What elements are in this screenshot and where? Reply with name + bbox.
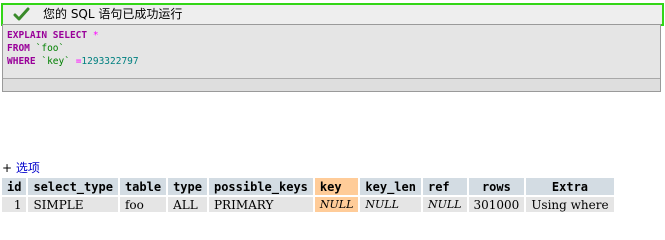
header-key-len[interactable]: key_len xyxy=(360,178,421,195)
sql-line-3: WHERE `key` =1293322797 xyxy=(7,55,660,68)
cell-type: ALL xyxy=(168,197,207,212)
cell-key: NULL xyxy=(314,197,359,212)
header-extra[interactable]: Extra xyxy=(526,178,614,195)
header-select-type[interactable]: select_type xyxy=(28,178,118,195)
options-toggle[interactable]: + 选项 xyxy=(2,159,40,176)
plus-icon: + xyxy=(2,161,13,175)
sql-keyword-select: SELECT xyxy=(52,30,88,41)
sql-query-code[interactable]: EXPLAIN SELECT * FROM `foo` WHERE `key` … xyxy=(3,25,660,79)
header-key[interactable]: key xyxy=(314,178,359,195)
sql-star: * xyxy=(92,30,99,41)
cell-table: foo xyxy=(119,197,167,212)
sql-column-name: `key` xyxy=(41,56,70,67)
cell-select-type: SIMPLE xyxy=(28,197,118,212)
cell-id: 1 xyxy=(2,197,27,212)
sql-query-box: EXPLAIN SELECT * FROM `foo` WHERE `key` … xyxy=(2,24,661,92)
cell-ref: NULL xyxy=(422,197,467,212)
header-row: id select_type table type possible_keys … xyxy=(2,178,614,195)
header-possible-keys[interactable]: possible_keys xyxy=(208,178,313,195)
header-type[interactable]: type xyxy=(168,178,207,195)
sql-keyword-explain: EXPLAIN xyxy=(7,30,48,41)
sql-line-1: EXPLAIN SELECT * xyxy=(7,29,660,42)
header-ref[interactable]: ref xyxy=(422,178,467,195)
table-row: 1 SIMPLE foo ALL PRIMARY NULL NULL NULL … xyxy=(2,197,614,212)
result-table: id select_type table type possible_keys … xyxy=(0,176,616,214)
sql-table-name: `foo` xyxy=(35,43,65,54)
cell-key-len: NULL xyxy=(360,197,421,212)
cell-rows: 301000 xyxy=(468,197,525,212)
sql-keyword-where: WHERE xyxy=(7,56,36,67)
sql-line-2: FROM `foo` xyxy=(7,42,660,55)
checkmark-icon xyxy=(13,7,30,21)
header-table[interactable]: table xyxy=(119,178,167,195)
cell-possible-keys: PRIMARY xyxy=(208,197,313,212)
sql-keyword-from: FROM xyxy=(7,43,30,54)
header-id[interactable]: id xyxy=(2,178,27,195)
header-rows[interactable]: rows xyxy=(468,178,525,195)
cell-extra: Using where xyxy=(526,197,614,212)
success-message: 您的 SQL 语句已成功运行 xyxy=(1,3,664,26)
options-link[interactable]: 选项 xyxy=(16,161,40,175)
success-message-text: 您的 SQL 语句已成功运行 xyxy=(43,7,183,21)
sql-value: 1293322797 xyxy=(81,56,139,67)
